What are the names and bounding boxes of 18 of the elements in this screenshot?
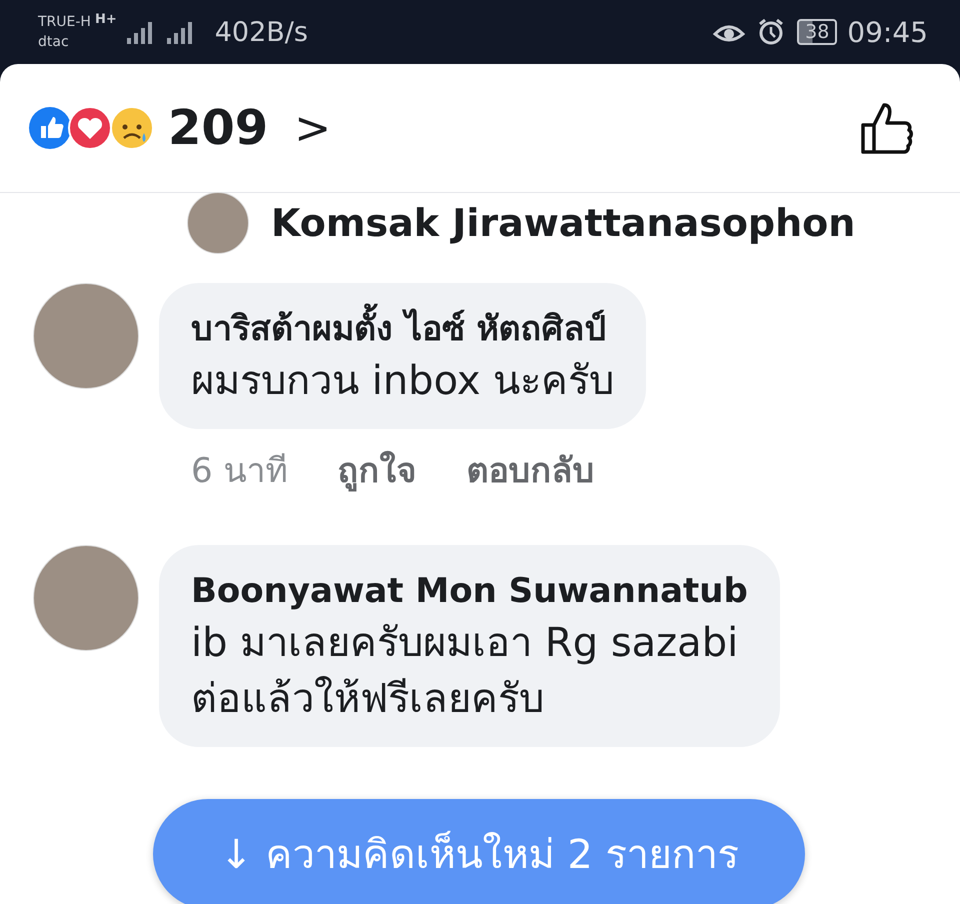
like-link[interactable]: ถูกใจ (337, 443, 416, 497)
comment-text: ผมรบกวน inbox นะครับ (191, 357, 614, 406)
commenter-name[interactable]: Komsak Jirawattanasophon (271, 201, 856, 245)
comment-time: 6 นาที (191, 450, 288, 493)
comment-author[interactable]: บาริสต้าผมตั้ง ไอซ์ หัตถศิลป์ (191, 305, 614, 353)
chevron-icon[interactable]: > (294, 102, 332, 154)
comment-text: ต่อแล้วให้ฟรีเลยครับ (191, 675, 545, 724)
thumbs-up-icon[interactable] (860, 101, 916, 155)
comment-text: ib มาเลยครับผมเอา Rg sazabi (191, 619, 740, 668)
reply-link[interactable]: ตอบกลับ (466, 443, 594, 497)
carrier-name: dtac (38, 33, 70, 52)
network-speed: 402B/s (214, 16, 308, 48)
comment-author[interactable]: Boonyawat Mon Suwannatub (191, 567, 748, 615)
battery-indicator: 38 (797, 19, 838, 45)
network-type: H+ (94, 12, 117, 27)
reaction-count[interactable]: 209 (168, 100, 268, 156)
carrier-name: TRUE-H (38, 13, 91, 32)
clock: 09:45 (847, 16, 928, 48)
